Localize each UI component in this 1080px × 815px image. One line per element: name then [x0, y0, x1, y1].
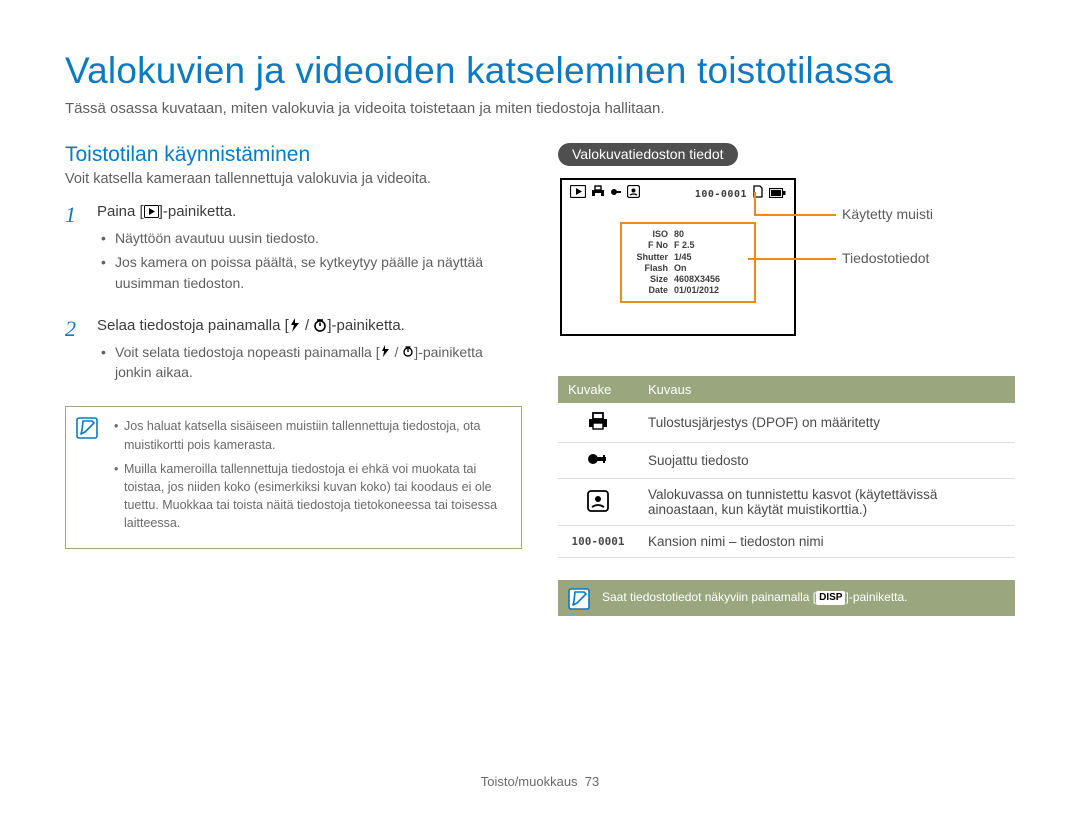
page-subtitle: Tässä osassa kuvataan, miten valokuvia j… [65, 100, 1015, 117]
timer-icon [402, 344, 414, 360]
info-val: 4608X3456 [674, 274, 720, 285]
note-box: Jos haluat katsella sisäiseen muistiin t… [65, 406, 522, 549]
note-text-a: Saat tiedostotiedot näkyviin painamalla … [602, 590, 816, 604]
table-row: 100-0001 Kansion nimi – tiedoston nimi [558, 526, 1015, 558]
info-key: Shutter [628, 252, 674, 263]
info-val: On [674, 263, 687, 274]
print-icon [591, 185, 605, 203]
info-key: ISO [628, 229, 674, 240]
step2-bullet-a: Voit selata tiedostoja nopeasti painamal… [115, 344, 380, 360]
callout-line [754, 214, 836, 216]
step1-bullets: Näyttöön avautuu uusin tiedosto. Jos kam… [97, 228, 522, 293]
info-val: 80 [674, 229, 684, 240]
step2-text-b: ]-painiketta. [327, 317, 405, 334]
face-icon [558, 479, 638, 526]
callout-line [748, 258, 836, 260]
row-desc: Tulostusjärjestys (DPOF) on määritetty [638, 403, 1015, 443]
note-icon [76, 417, 98, 444]
table-row: Valokuvassa on tunnistettu kasvot (käyte… [558, 479, 1015, 526]
page-footer: Toisto/muokkaus 73 [0, 774, 1080, 789]
step2-bullet: Voit selata tiedostoja nopeasti painamal… [101, 342, 522, 383]
step-1: 1 Paina [ ]-painiketta. Näyttöön avautuu … [65, 203, 522, 309]
folder-code: 100-0001 [558, 526, 638, 558]
disp-button-label: DISP [816, 591, 845, 605]
step-2: 2 Selaa tiedostoja painamalla [ / ]-pain… [65, 317, 522, 399]
table-row: Tulostusjärjestys (DPOF) on määritetty [558, 403, 1015, 443]
row-desc: Valokuvassa on tunnistettu kasvot (käyte… [638, 479, 1015, 526]
info-key: F No [628, 240, 674, 251]
note-icon [568, 588, 590, 615]
file-info-box: ISO80 F NoF 2.5 Shutter1/45 FlashOn Size… [620, 222, 756, 303]
folder-label: 100-0001 [695, 189, 747, 200]
callout-fileinfo: Tiedostotiedot [842, 250, 929, 266]
lcd-diagram: 100-0001 ISO80 F NoF 2.5 Shutter1/45 Fla… [558, 178, 1015, 358]
info-key: Flash [628, 263, 674, 274]
th-desc: Kuvaus [638, 376, 1015, 403]
step1-text-a: Paina [ [97, 203, 144, 220]
print-icon [558, 403, 638, 443]
step1-bullet: Jos kamera on poissa päältä, se kytkeyty… [101, 252, 522, 293]
column-left: Toistotilan käynnistäminen Voit katsella… [65, 143, 522, 616]
page: Valokuvien ja videoiden katseleminen toi… [0, 0, 1080, 815]
callout-line [754, 192, 756, 214]
face-icon [627, 185, 640, 203]
table-row: Suojattu tiedosto [558, 443, 1015, 479]
lock-icon [610, 185, 622, 203]
info-key: Size [628, 274, 674, 285]
step2-text-a: Selaa tiedostoja painamalla [ [97, 317, 289, 334]
flash-icon [289, 318, 301, 336]
flash-icon [380, 344, 391, 360]
playback-icon [144, 205, 159, 222]
step2-bullets: Voit selata tiedostoja nopeasti painamal… [97, 342, 522, 383]
playback-icon [570, 185, 586, 203]
info-val: 01/01/2012 [674, 285, 719, 296]
step-number: 1 [65, 203, 87, 309]
info-pill: Valokuvatiedoston tiedot [558, 143, 738, 166]
note-item: Muilla kameroilla tallennettuja tiedosto… [114, 460, 507, 533]
columns: Toistotilan käynnistäminen Voit katsella… [65, 143, 1015, 616]
info-val: 1/45 [674, 252, 692, 263]
timer-icon [313, 318, 327, 336]
step1-text-b: ]-painiketta. [159, 203, 237, 220]
row-desc: Kansion nimi – tiedoston nimi [638, 526, 1015, 558]
info-val: F 2.5 [674, 240, 695, 251]
th-icon: Kuvake [558, 376, 638, 403]
lcd-screen: 100-0001 ISO80 F NoF 2.5 Shutter1/45 Fla… [560, 178, 796, 336]
note-item: Jos haluat katsella sisäiseen muistiin t… [114, 417, 507, 453]
callout-memory: Käytetty muisti [842, 206, 933, 222]
step1-bullet: Näyttöön avautuu uusin tiedosto. [101, 228, 522, 248]
step-text: Selaa tiedostoja painamalla [ / ]-painik… [97, 317, 522, 399]
row-desc: Suojattu tiedosto [638, 443, 1015, 479]
step-text: Paina [ ]-painiketta. Näyttöön avautuu uu… [97, 203, 522, 309]
footer-section: Toisto/muokkaus [481, 774, 578, 789]
note-text-b: ]-painiketta. [845, 590, 907, 604]
icon-table: Kuvake Kuvaus Tulostusjärjestys (DPOF) o… [558, 376, 1015, 558]
note-strip: Saat tiedostotiedot näkyviin painamalla … [558, 580, 1015, 616]
footer-page: 73 [585, 774, 599, 789]
info-key: Date [628, 285, 674, 296]
section-heading: Toistotilan käynnistäminen [65, 143, 522, 167]
column-right: Valokuvatiedoston tiedot 100-0001 [558, 143, 1015, 616]
section-desc: Voit katsella kameraan tallennettuja val… [65, 171, 522, 187]
step-number: 2 [65, 317, 87, 399]
page-title: Valokuvien ja videoiden katseleminen toi… [65, 50, 1015, 92]
lock-icon [558, 443, 638, 479]
battery-icon [769, 185, 786, 203]
